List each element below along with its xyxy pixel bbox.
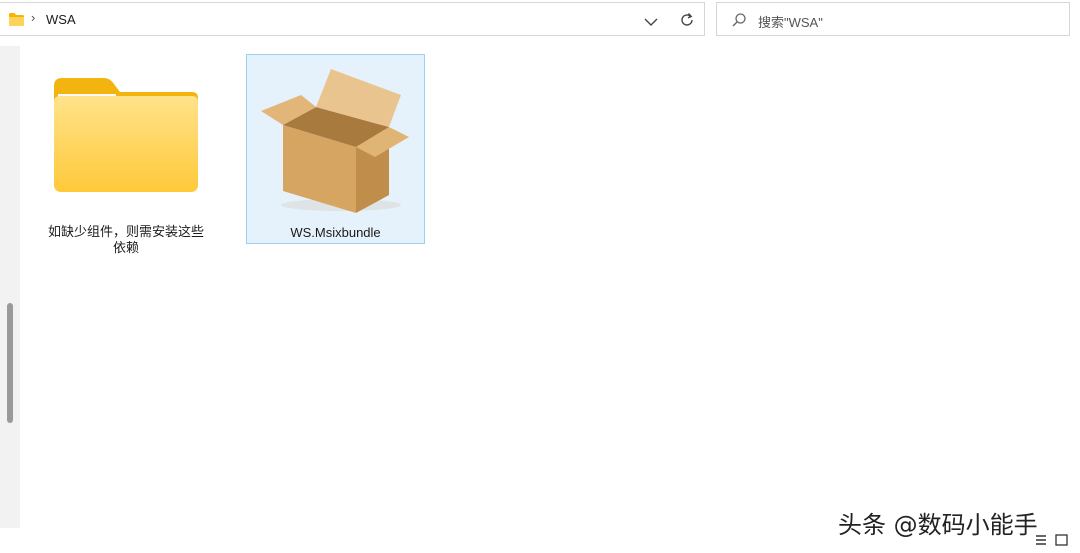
search-icon [731, 12, 747, 33]
breadcrumb-current-folder[interactable]: WSA [46, 12, 76, 27]
search-box[interactable]: 搜索"WSA" [716, 2, 1070, 36]
view-toggle-icons[interactable] [1034, 532, 1078, 553]
file-name-label: 如缺少组件，则需安装这些依赖 [47, 224, 204, 255]
file-name-label: WS.Msixbundle [290, 225, 381, 240]
package-box-icon [261, 65, 411, 220]
file-item-msixbundle[interactable]: WS.Msixbundle [246, 54, 425, 244]
chevron-right-icon: › [31, 10, 36, 25]
search-placeholder: 搜索"WSA" [758, 15, 823, 30]
navigation-bar: › WSA 搜索"WSA" [0, 0, 1080, 40]
refresh-icon[interactable] [679, 12, 695, 33]
file-item-folder[interactable]: 如缺少组件，则需安装这些依赖 [36, 54, 216, 266]
folder-icon [52, 76, 200, 199]
scrollbar-thumb[interactable] [7, 303, 13, 423]
chevron-down-icon[interactable] [644, 14, 658, 32]
address-bar[interactable]: › WSA [0, 2, 705, 36]
folder-icon [9, 13, 24, 31]
watermark-text: 头条 @数码小能手 [838, 511, 1038, 539]
scrollbar-track[interactable] [7, 46, 13, 528]
